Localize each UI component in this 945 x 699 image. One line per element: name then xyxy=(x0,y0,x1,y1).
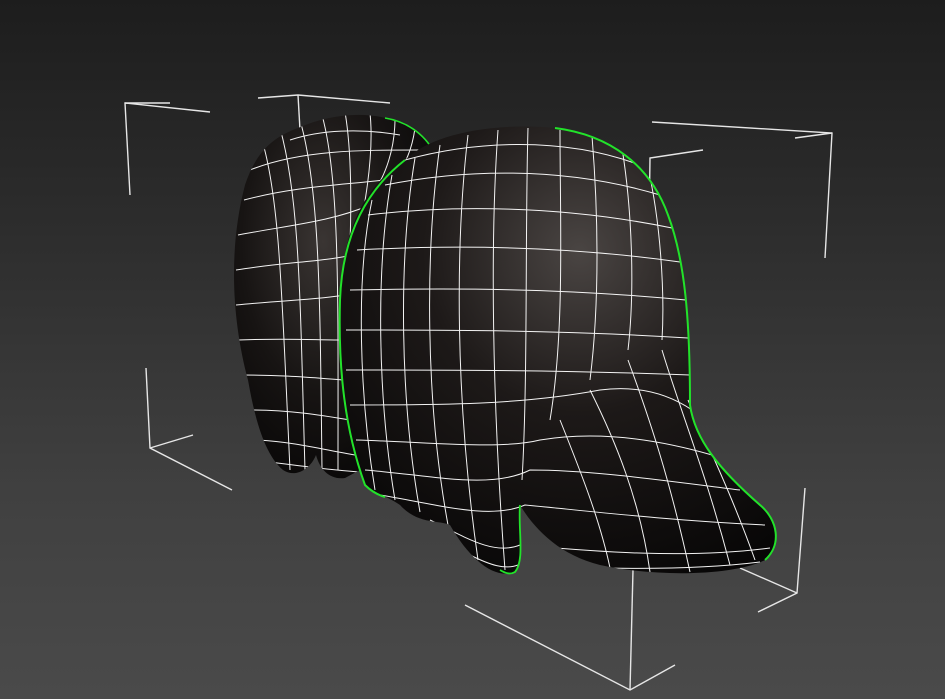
bracket-top-middle xyxy=(257,94,391,104)
mesh-front-half[interactable] xyxy=(338,126,777,575)
bracket-back-top-left xyxy=(124,102,211,196)
bracket-bottom-front-b xyxy=(629,569,634,691)
bracket-bottom-right-outer-b xyxy=(739,567,798,594)
bracket-bottom-front xyxy=(464,604,676,691)
bracket-top-right-outer xyxy=(651,121,833,259)
bracket-bottom-left xyxy=(145,367,233,491)
viewport-canvas[interactable] xyxy=(0,0,945,699)
bracket-top-middle-b xyxy=(297,94,301,131)
3d-viewport[interactable] xyxy=(0,0,945,699)
bracket-bottom-left-b xyxy=(149,434,194,449)
bracket-top-right-outer-b xyxy=(794,132,833,139)
